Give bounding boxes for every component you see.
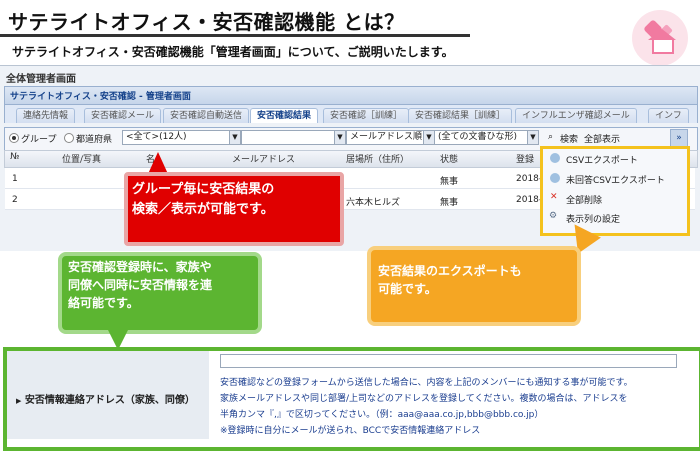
red-callout-pointer: [148, 152, 168, 174]
contact-address-input[interactable]: [220, 354, 677, 368]
orange-callout-line: 可能です。: [378, 282, 437, 296]
row-number: 1: [12, 174, 18, 184]
chevron-down-icon: ▼: [229, 131, 240, 144]
group-radio-label: グループ: [21, 135, 57, 145]
row-number: 2: [12, 195, 18, 205]
window-title: 全体管理者画面: [6, 74, 76, 85]
prefecture-radio[interactable]: [64, 133, 74, 143]
contact-address-label: ▶ 安否情報連絡アドレス（家族、同僚）: [16, 391, 195, 406]
triangle-right-icon: ▶: [16, 397, 22, 405]
panel-title: サテライトオフィス・安否確認 - 管理者画面: [10, 92, 191, 102]
tab-flu-mail[interactable]: インフルエンザ確認メール: [515, 108, 637, 123]
prefecture-radio-label: 都道府県: [76, 135, 113, 145]
group-select[interactable]: <全て>(12人) ▼: [122, 130, 241, 145]
chevron-down-icon: ▼: [423, 131, 434, 144]
row-status: 無事: [440, 177, 459, 187]
green-callout-line: 安否確認登録時に、家族や: [68, 260, 212, 274]
secondary-select[interactable]: ▼: [241, 130, 346, 145]
tab-safety-mail[interactable]: 安否確認メール: [84, 108, 162, 123]
green-callout-text: 安否確認登録時に、家族や 同僚へ同時に安否情報を連 絡可能です。: [68, 258, 254, 312]
sort-select[interactable]: メールアドレス順 ▼: [346, 130, 435, 145]
row-date: 2018-: [516, 174, 543, 184]
export-icon: [550, 173, 560, 183]
template-select-value: (全ての文書ひな形): [438, 132, 518, 142]
col-no[interactable]: №: [10, 152, 19, 162]
tab-flu-overflow[interactable]: インフ: [648, 108, 689, 123]
search-button[interactable]: 検索: [560, 132, 578, 145]
tab-contact-info[interactable]: 連絡先情報: [16, 108, 76, 123]
menu-item-csv-export[interactable]: CSVエクスポート: [566, 153, 638, 166]
search-icon[interactable]: ⌕: [548, 132, 553, 142]
chevron-down-icon: ▼: [334, 131, 345, 144]
col-status[interactable]: 状態: [440, 152, 458, 165]
contact-address-label-text: 安否情報連絡アドレス（家族、同僚）: [24, 395, 195, 406]
menu-item-delete-all[interactable]: 全部削除: [566, 193, 602, 206]
green-callout-line: 絡可能です。: [68, 296, 139, 310]
tab-drill-results[interactable]: 安否確認結果［訓練］: [408, 108, 513, 123]
export-icon: [550, 153, 560, 163]
toolbar-expand-button[interactable]: »: [670, 129, 688, 147]
tab-drill[interactable]: 安否確認［訓練］: [323, 108, 410, 123]
tab-safety-results[interactable]: 安否確認結果: [250, 108, 319, 123]
orange-callout-line: 安否結果のエクスポートも: [378, 264, 522, 278]
group-radio[interactable]: [9, 133, 19, 143]
row-status: 無事: [440, 198, 459, 208]
chevron-down-icon: ▼: [527, 131, 538, 144]
green-callout-line: 同僚へ同時に安否情報を連: [68, 278, 213, 292]
group-select-value: <全て>(12人): [126, 132, 187, 142]
col-whereabouts[interactable]: 居場所（住所）: [346, 152, 409, 165]
tab-auto-send[interactable]: 安否確認自動送信: [163, 108, 250, 123]
orange-callout-text: 安否結果のエクスポートも 可能です。: [378, 262, 568, 298]
gear-icon: ⚙: [549, 211, 558, 221]
form-note-line: 家族メールアドレスや同じ部署/上司などのアドレスを登録してください。複数の場合は…: [220, 394, 628, 404]
show-all-button[interactable]: 全部表示: [584, 132, 620, 145]
row-location: 六本木ヒルズ: [346, 198, 401, 208]
form-note-line: 半角カンマ『,』で区切ってください。（例：aaa@aaa.co.jp,bbb@b…: [220, 410, 544, 420]
sort-select-value: メールアドレス順: [350, 132, 423, 142]
page-title: サテライトオフィス・安否確認機能 とは？: [8, 10, 405, 34]
menu-item-unanswered-csv-export[interactable]: 未回答CSVエクスポート: [566, 173, 665, 186]
red-callout-text: グループ毎に安否結果の 検索／表示が可能です。: [132, 180, 332, 220]
form-note-line: 安否確認などの登録フォームから送信した場合に、内容を上記のメンバーにも通知する事…: [220, 378, 633, 388]
template-select[interactable]: (全ての文書ひな形) ▼: [434, 130, 539, 145]
red-callout-line: グループ毎に安否結果の: [132, 182, 275, 197]
delete-x-icon: ✕: [550, 192, 558, 202]
col-email[interactable]: メールアドレス: [232, 152, 295, 165]
heart-house-logo-icon: [632, 10, 688, 66]
red-callout-line: 検索／表示が可能です。: [132, 202, 274, 217]
row-date: 2018-: [516, 195, 543, 205]
title-underline: [0, 34, 470, 37]
col-location-photo[interactable]: 位置/写真: [62, 152, 101, 165]
page-subtitle: サテライトオフィス・安否確認機能「管理者画面」について、ご説明いたします。: [12, 45, 454, 59]
col-registered[interactable]: 登録: [516, 152, 534, 165]
form-note-line: ※登録時に自分にメールが送られ、BCCで安否情報連絡アドレス: [220, 426, 481, 436]
